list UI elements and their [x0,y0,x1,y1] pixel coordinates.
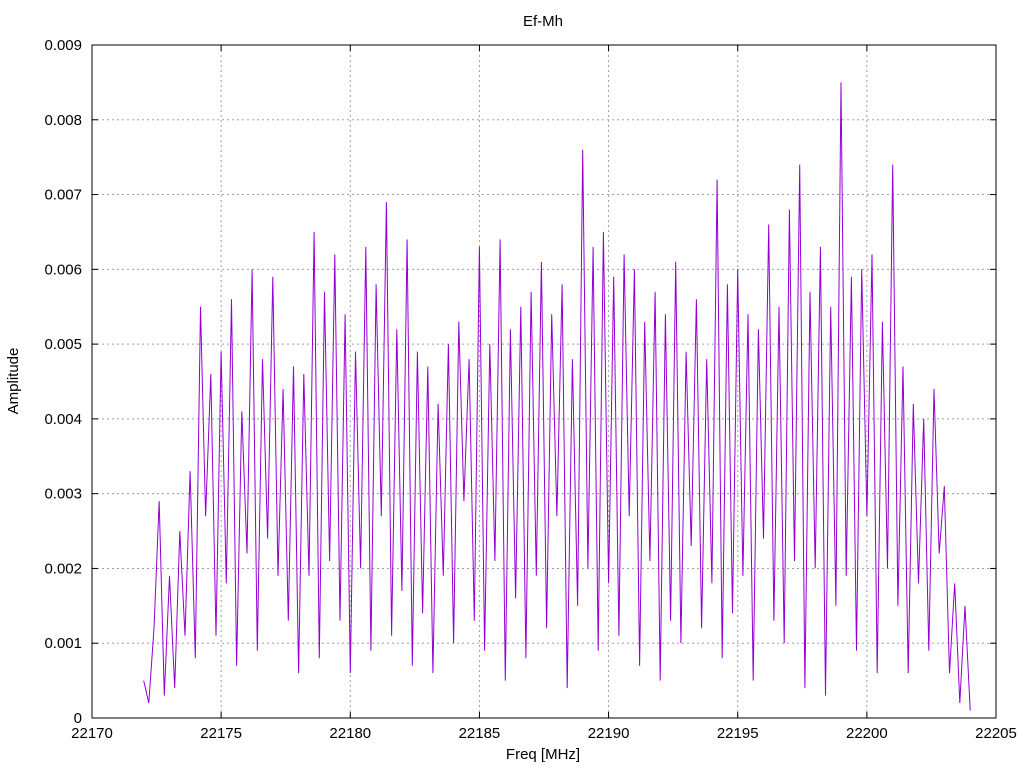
y-tick-label: 0.005 [44,336,82,353]
x-axis-label: Freq [MHz] [506,746,580,763]
x-tick-label: 22200 [846,725,888,742]
x-tick-label: 22180 [329,725,371,742]
x-tick-label: 22175 [200,725,242,742]
y-tick-label: 0.009 [44,37,82,54]
x-tick-label: 22195 [717,725,759,742]
chart-canvas: Ef-Mh 22170 22175 22180 22185 22190 22195 2220… [5,13,1017,763]
series-line [143,82,971,711]
x-tick-label: 22190 [588,725,630,742]
x-tick-label: 22170 [71,725,113,742]
axis-ticks: 22170 22175 22180 22185 22190 22195 22200 22205… [44,37,1016,742]
y-tick-label: 0.003 [44,486,82,503]
y-tick-label: 0.001 [44,635,82,652]
plot-area [143,82,971,711]
y-tick-label: 0.002 [44,560,82,577]
y-axis-label: Amplitude [5,348,22,415]
y-tick-label: 0.004 [44,411,82,428]
y-tick-label: 0.006 [44,261,82,278]
y-tick-label: 0.007 [44,187,82,204]
x-tick-label: 22205 [975,725,1017,742]
y-tick-label: 0.008 [44,112,82,129]
y-tick-label: 0 [74,710,82,727]
chart-title: Ef-Mh [523,13,563,30]
x-tick-label: 22185 [459,725,501,742]
